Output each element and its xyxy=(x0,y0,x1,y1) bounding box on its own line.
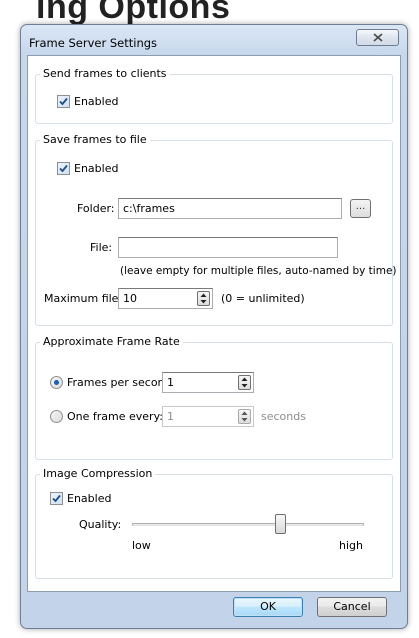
frames-per-second-radio-row[interactable]: Frames per second: xyxy=(50,376,175,389)
frame-rate-group: Approximate Frame Rate Frames per second… xyxy=(35,335,393,460)
frame-server-settings-dialog: Frame Server Settings Send frames to cli… xyxy=(20,24,408,629)
spin-arrows-icon xyxy=(200,293,207,304)
maximum-files-input[interactable]: 10 xyxy=(118,288,213,309)
background-heading: ing Options xyxy=(36,0,231,26)
file-input[interactable] xyxy=(118,237,338,258)
save-enabled-label: Enabled xyxy=(74,162,119,175)
cancel-button[interactable]: Cancel xyxy=(317,597,387,617)
one-frame-every-label: One frame every: xyxy=(67,410,163,423)
one-frame-every-value: 1 xyxy=(167,410,174,423)
close-icon xyxy=(372,33,383,42)
title-bar[interactable]: Frame Server Settings xyxy=(21,25,407,55)
send-enabled-label: Enabled xyxy=(74,95,119,108)
save-frames-group: Save frames to file Enabled Folder: c:\f… xyxy=(35,133,397,326)
close-button[interactable] xyxy=(356,29,399,46)
send-frames-group-title: Send frames to clients xyxy=(40,67,170,80)
frames-per-second-label: Frames per second: xyxy=(67,376,176,389)
send-enabled-checkbox[interactable] xyxy=(57,95,70,108)
save-frames-group-title: Save frames to file xyxy=(40,133,150,146)
one-frame-every-input[interactable]: 1 xyxy=(162,406,254,427)
checkmark-icon xyxy=(59,97,68,106)
quality-slider-track[interactable] xyxy=(132,523,364,526)
folder-input[interactable]: c:\frames xyxy=(118,198,342,219)
frames-per-second-value: 1 xyxy=(167,376,174,389)
checkmark-icon xyxy=(59,164,68,173)
frames-per-second-input[interactable]: 1 xyxy=(162,372,254,393)
quality-slider-thumb[interactable] xyxy=(275,514,287,534)
file-hint: (leave empty for multiple files, auto-na… xyxy=(120,265,397,277)
dialog-content: Send frames to clients Enabled Save fram… xyxy=(27,55,401,592)
radio-selected-dot xyxy=(54,380,59,385)
seconds-unit-label: seconds xyxy=(261,410,306,423)
maximum-files-hint: (0 = unlimited) xyxy=(221,292,305,305)
dialog-footer: OK Cancel xyxy=(27,592,401,624)
maximum-files-spinner[interactable] xyxy=(197,291,210,306)
send-frames-group: Send frames to clients Enabled xyxy=(35,67,393,124)
dialog-title: Frame Server Settings xyxy=(29,36,158,50)
compression-enabled-checkbox[interactable] xyxy=(50,492,63,505)
send-enabled-checkbox-row[interactable]: Enabled xyxy=(57,95,118,108)
spin-arrows-icon xyxy=(241,377,248,388)
frames-per-second-spinner[interactable] xyxy=(238,375,251,390)
save-enabled-checkbox[interactable] xyxy=(57,162,70,175)
maximum-files-value: 10 xyxy=(123,292,137,305)
compression-enabled-label: Enabled xyxy=(67,492,112,505)
compression-enabled-checkbox-row[interactable]: Enabled xyxy=(50,492,111,505)
frame-rate-group-title: Approximate Frame Rate xyxy=(40,335,183,348)
save-enabled-checkbox-row[interactable]: Enabled xyxy=(57,162,118,175)
folder-label: Folder: xyxy=(77,202,115,215)
quality-low-label: low xyxy=(132,539,151,552)
image-compression-group-title: Image Compression xyxy=(40,467,156,480)
spin-arrows-icon xyxy=(241,411,248,422)
ok-button[interactable]: OK xyxy=(233,597,303,617)
one-frame-every-spinner[interactable] xyxy=(238,409,251,424)
one-frame-every-radio-row[interactable]: One frame every: xyxy=(50,410,163,423)
one-frame-every-radio[interactable] xyxy=(50,410,63,423)
image-compression-group: Image Compression Enabled Quality: low h… xyxy=(35,467,393,579)
file-label: File: xyxy=(90,241,113,254)
quality-label: Quality: xyxy=(79,518,122,531)
checkmark-icon xyxy=(52,494,61,503)
maximum-files-label: Maximum files: xyxy=(44,292,128,305)
frames-per-second-radio[interactable] xyxy=(50,376,63,389)
quality-high-label: high xyxy=(339,539,363,552)
browse-folder-button[interactable]: ... xyxy=(350,199,371,218)
